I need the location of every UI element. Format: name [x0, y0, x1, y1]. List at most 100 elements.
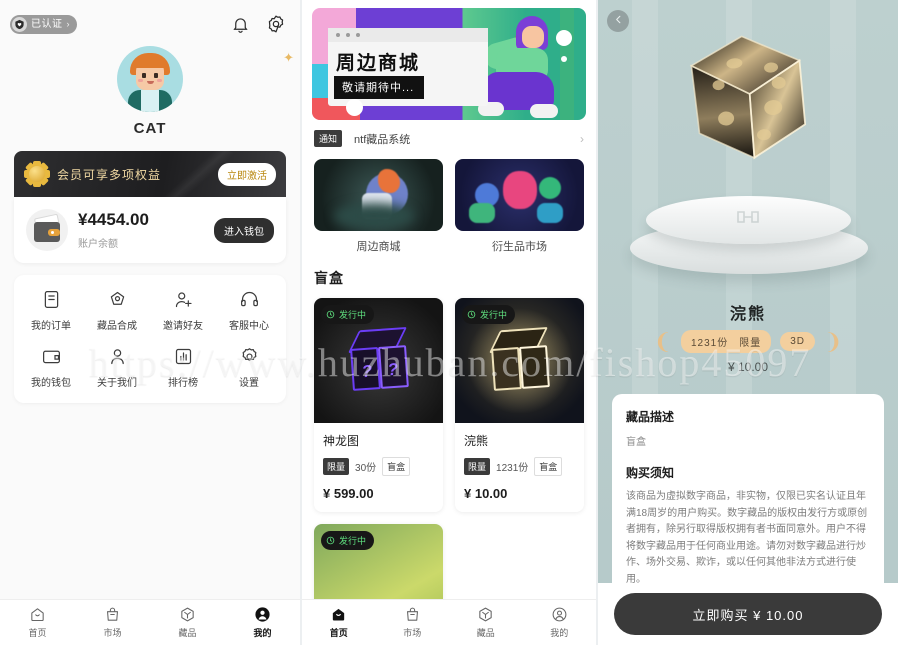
chevron-left-icon [613, 12, 624, 30]
wallet-info: ¥4454.00 账户余额 [78, 210, 204, 250]
compose-icon [107, 289, 128, 310]
profile-icon [254, 606, 271, 623]
collectible-price: ¥ 10.00 [727, 360, 769, 374]
category-thumbnail [314, 159, 443, 231]
description-text: 盲盒 [626, 437, 646, 448]
activate-membership-button[interactable]: 立即激活 [218, 162, 276, 186]
banner-title: 周边商城 [336, 53, 421, 74]
notice-text: ntf藏品系统 [354, 133, 411, 146]
tab-market[interactable]: 市场 [376, 606, 450, 639]
blindbox-card[interactable]: 发行中 ?? 神龙图 限量 30份 盲盒 ¥ 599.00 [314, 298, 443, 512]
notice-row[interactable]: 通知 ntf藏品系统 › [314, 130, 584, 147]
blindbox-info: 神龙图 限量 30份 盲盒 ¥ 599.00 [314, 423, 443, 512]
cube-3d-preview[interactable] [684, 26, 815, 168]
blindbox-card[interactable]: 发行中 浣熊 限量 1231份 盲盒 ¥ 10.00 [455, 298, 584, 512]
headset-icon [239, 289, 260, 310]
tab-collection[interactable]: 藏品 [449, 606, 523, 639]
order-icon [41, 289, 62, 310]
blindbox-info: 浣熊 限量 1231份 盲盒 ¥ 10.00 [455, 423, 584, 512]
blindbox-grid: 发行中 ?? 神龙图 限量 30份 盲盒 ¥ 599.00 发行中 浣熊 限量 … [314, 298, 584, 645]
category-derivatives-market[interactable]: 衍生品市场 [455, 159, 584, 254]
wallet-balance-label: 账户余额 [78, 239, 118, 250]
three-d-tag: 3D [780, 332, 816, 351]
description-heading: 藏品描述 [626, 410, 675, 424]
home-icon [29, 606, 46, 623]
membership-label: 会员可享多项权益 [57, 167, 162, 182]
verified-chevron-icon: › [66, 18, 70, 29]
platform-logo-icon [734, 206, 762, 228]
quantity-limit-tag: 1231份 限量 [680, 330, 772, 353]
menu-label: 藏品合成 [97, 321, 137, 332]
cube-3d-icon: ?? [344, 326, 412, 394]
home-screen: 周边商城 敬请期待中... 通知 ntf藏品系统 › 周边商城 衍生品市场 盲盒… [300, 0, 598, 645]
status-badge: 发行中 [321, 531, 375, 550]
quantity-tag: 1231份 [496, 463, 529, 474]
tab-label: 我的 [253, 628, 272, 638]
status-badge: 发行中 [321, 305, 375, 324]
market-icon [104, 606, 121, 623]
tabbar-profile: 首页 市场 藏品 我的 [0, 599, 300, 645]
tab-collection[interactable]: 藏品 [150, 606, 225, 639]
back-button[interactable] [607, 10, 629, 32]
menu-item-my-wallet[interactable]: 我的钱包 [18, 346, 84, 389]
verified-badge[interactable]: 已认证 › [10, 14, 77, 34]
menu-item-my-orders[interactable]: 我的订单 [18, 289, 84, 332]
menu-item-compose[interactable]: 藏品合成 [84, 289, 150, 332]
invite-friend-icon [173, 289, 194, 310]
menu-item-about-us[interactable]: 关于我们 [84, 346, 150, 389]
promo-banner[interactable]: 周边商城 敬请期待中... [312, 8, 586, 120]
collectible-tags: ❨ 1231份 限量 3D ❩ [598, 330, 898, 353]
tab-market[interactable]: 市场 [75, 606, 150, 639]
bell-icon[interactable] [231, 15, 250, 34]
chevron-right-icon: › [580, 131, 584, 146]
tabbar-home: 首页 市场 藏品 我的 [302, 599, 596, 645]
laurel-right-icon: ❩ [824, 328, 843, 354]
menu-label: 我的订单 [31, 321, 71, 332]
buy-now-button[interactable]: 立即购买 ¥ 10.00 [614, 593, 882, 635]
menu-label: 设置 [239, 378, 259, 389]
menu-item-leaderboard[interactable]: 排行榜 [150, 346, 216, 389]
menu-label: 客服中心 [229, 321, 269, 332]
gear-icon[interactable] [266, 14, 286, 34]
profile-header: 已认证 › [0, 0, 300, 34]
purchase-notice-heading: 购买须知 [626, 466, 675, 480]
tab-label: 首页 [28, 628, 47, 638]
tab-profile[interactable]: 我的 [225, 606, 300, 639]
type-tag: 盲盒 [382, 457, 411, 476]
shield-heart-icon [12, 16, 27, 32]
menu-label: 邀请好友 [163, 321, 203, 332]
blindbox-tags: 限量 30份 盲盒 [323, 457, 434, 476]
collection-icon [179, 606, 196, 623]
menu-item-invite-friends[interactable]: 邀请好友 [150, 289, 216, 332]
notice-badge: 通知 [314, 130, 343, 147]
screenshot-stage: 已认证 › ✦ CAT 会员可享多项权益 立即激活 ¥4454.00 账户余额 … [0, 0, 900, 645]
buy-bar: 立即购买 ¥ 10.00 [598, 583, 898, 645]
medal-icon [24, 161, 50, 187]
tab-label: 藏品 [476, 628, 495, 638]
limit-tag: 限量 [464, 458, 491, 475]
tab-home[interactable]: 首页 [302, 606, 376, 639]
tab-label: 首页 [329, 628, 348, 638]
sparkle-icon: ✦ [283, 50, 294, 65]
category-thumbnail [455, 159, 584, 231]
home-icon [330, 606, 347, 623]
wallet-balance: ¥4454.00 [78, 210, 149, 229]
tab-home[interactable]: 首页 [0, 606, 75, 639]
chart-icon [173, 346, 194, 367]
laurel-left-icon: ❨ [653, 328, 672, 354]
menu-item-settings[interactable]: 设置 [216, 346, 282, 389]
cube-3d-icon [485, 326, 553, 394]
status-badge-label: 发行中 [339, 536, 367, 546]
blindbox-thumbnail: 发行中 [455, 298, 584, 423]
wallet-icon [26, 209, 68, 251]
section-title-blindbox: 盲盒 [314, 270, 344, 286]
membership-banner[interactable]: 会员可享多项权益 立即激活 [14, 151, 286, 197]
menu-item-support[interactable]: 客服中心 [216, 289, 282, 332]
tab-profile[interactable]: 我的 [523, 606, 597, 639]
category-peripheral-mall[interactable]: 周边商城 [314, 159, 443, 254]
tab-label: 市场 [103, 628, 122, 638]
blindbox-tags: 限量 1231份 盲盒 [464, 457, 575, 476]
blindbox-name: 神龙图 [323, 434, 360, 448]
avatar[interactable] [117, 46, 183, 112]
enter-wallet-button[interactable]: 进入钱包 [214, 217, 274, 243]
